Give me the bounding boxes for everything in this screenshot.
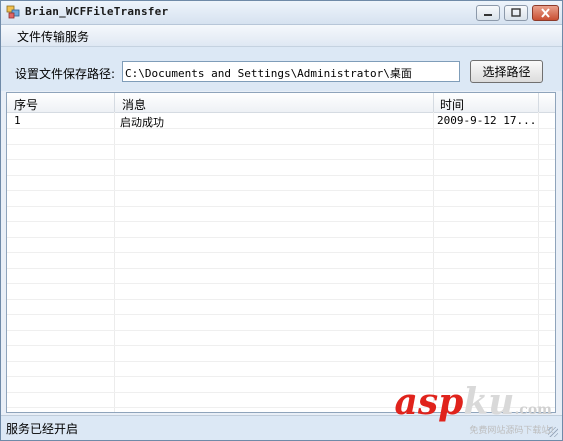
list-header: 序号 消息 时间 bbox=[7, 93, 555, 113]
grid-line bbox=[7, 376, 555, 377]
grid-line bbox=[7, 159, 555, 160]
grid-line bbox=[7, 330, 555, 331]
save-path-input[interactable]: C:\Documents and Settings\Administrator\… bbox=[122, 61, 460, 82]
grid-line bbox=[433, 112, 434, 412]
column-separator[interactable] bbox=[114, 93, 115, 112]
grid-line bbox=[7, 190, 555, 191]
watermark-tld: .com bbox=[514, 402, 552, 418]
grid-line bbox=[7, 345, 555, 346]
grid-line bbox=[7, 221, 555, 222]
grid-line bbox=[7, 128, 555, 129]
title-bar[interactable]: Brian_WCFFileTransfer bbox=[1, 1, 562, 25]
minimize-button[interactable] bbox=[476, 5, 500, 21]
choose-path-button[interactable]: 选择路径 bbox=[470, 60, 543, 83]
grid-line bbox=[7, 268, 555, 269]
row-time: 2009-9-12 17... bbox=[437, 114, 537, 127]
column-header-message[interactable]: 消息 bbox=[122, 96, 146, 113]
grid-line bbox=[538, 112, 539, 412]
window-title: Brian_WCFFileTransfer bbox=[25, 5, 169, 18]
close-icon bbox=[541, 8, 550, 18]
watermark-asp: asp bbox=[394, 381, 464, 423]
status-text: 服务已经开启 bbox=[6, 422, 79, 436]
row-index: 1 bbox=[14, 114, 21, 127]
close-button[interactable] bbox=[532, 5, 559, 21]
grid-line bbox=[7, 206, 555, 207]
minimize-icon bbox=[484, 14, 492, 16]
app-icon bbox=[6, 5, 20, 19]
watermark-subtitle: 免费网站源码下载站! bbox=[469, 426, 554, 436]
maximize-button[interactable] bbox=[504, 5, 528, 21]
path-panel: 设置文件保存路径: C:\Documents and Settings\Admi… bbox=[1, 47, 562, 91]
column-header-time[interactable]: 时间 bbox=[440, 96, 464, 113]
watermark-ku: ku bbox=[463, 381, 515, 423]
message-list[interactable]: 序号 消息 时间 1 启动成功 2009-9-12 17... bbox=[6, 92, 556, 413]
column-separator[interactable] bbox=[538, 93, 539, 112]
main-window: Brian_WCFFileTransfer 文件传输服务 设置文件保存路径: C… bbox=[0, 0, 563, 441]
grid-line bbox=[7, 361, 555, 362]
menu-file-transfer-service[interactable]: 文件传输服务 bbox=[17, 28, 89, 45]
grid-line bbox=[7, 175, 555, 176]
maximize-icon bbox=[511, 8, 521, 17]
grid-line bbox=[7, 237, 555, 238]
grid-line bbox=[7, 299, 555, 300]
grid-line bbox=[114, 112, 115, 412]
table-row[interactable]: 1 启动成功 2009-9-12 17... bbox=[7, 113, 555, 129]
grid-line bbox=[7, 283, 555, 284]
menu-bar: 文件传输服务 bbox=[1, 25, 562, 47]
grid-line bbox=[7, 314, 555, 315]
column-separator[interactable] bbox=[433, 93, 434, 112]
watermark-logo: aspku.com bbox=[395, 384, 552, 428]
save-path-label: 设置文件保存路径: bbox=[15, 67, 116, 81]
grid-line bbox=[7, 144, 555, 145]
grid-line bbox=[7, 252, 555, 253]
column-header-index[interactable]: 序号 bbox=[14, 96, 38, 113]
